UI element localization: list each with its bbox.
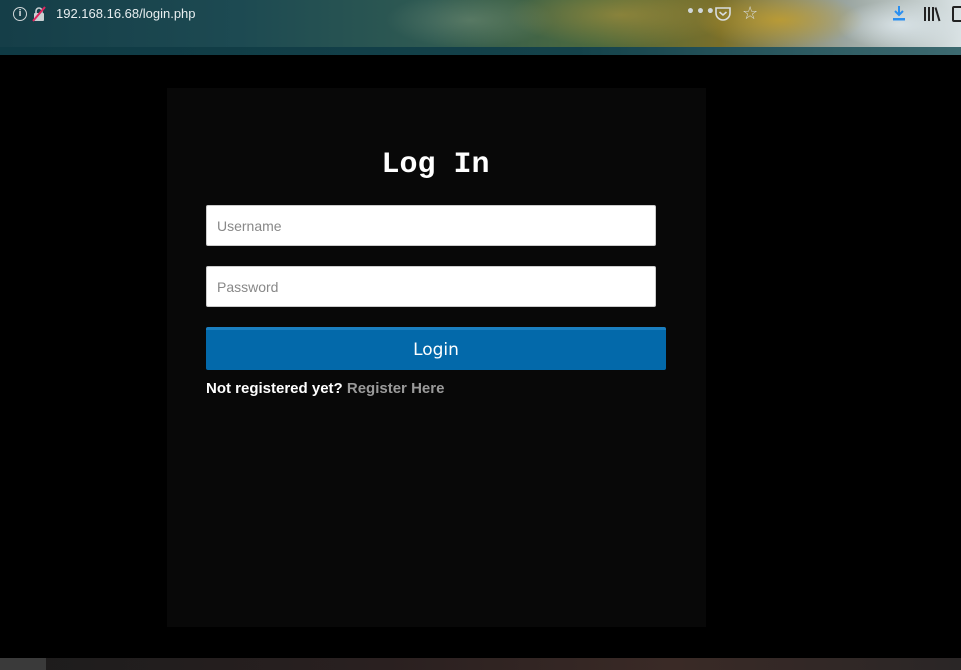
start-button[interactable]: [0, 658, 46, 670]
bookmark-star-icon[interactable]: ☆: [742, 3, 758, 24]
insecure-lock-icon[interactable]: [32, 6, 46, 22]
page-title: Log In: [381, 148, 490, 182]
username-input[interactable]: [206, 205, 656, 246]
toolbar-divider: [0, 47, 961, 55]
site-info-icon[interactable]: i: [13, 7, 27, 21]
register-prompt-text: Not registered yet?: [206, 380, 343, 397]
library-icon[interactable]: [923, 6, 941, 22]
page-actions-icon[interactable]: •••: [686, 4, 716, 20]
address-bar-url[interactable]: 192.168.16.68/login.php: [56, 6, 196, 21]
pocket-icon[interactable]: [715, 6, 731, 21]
login-button[interactable]: Login: [206, 327, 666, 370]
register-prompt: Not registered yet? Register Here: [206, 380, 444, 397]
taskbar: [0, 658, 961, 670]
register-link[interactable]: Register Here: [347, 380, 445, 397]
browser-toolbar: i 192.168.16.68/login.php ••• ☆: [0, 0, 961, 55]
sidebar-icon[interactable]: [952, 6, 961, 22]
download-icon[interactable]: [892, 5, 906, 21]
password-input[interactable]: [206, 266, 656, 307]
